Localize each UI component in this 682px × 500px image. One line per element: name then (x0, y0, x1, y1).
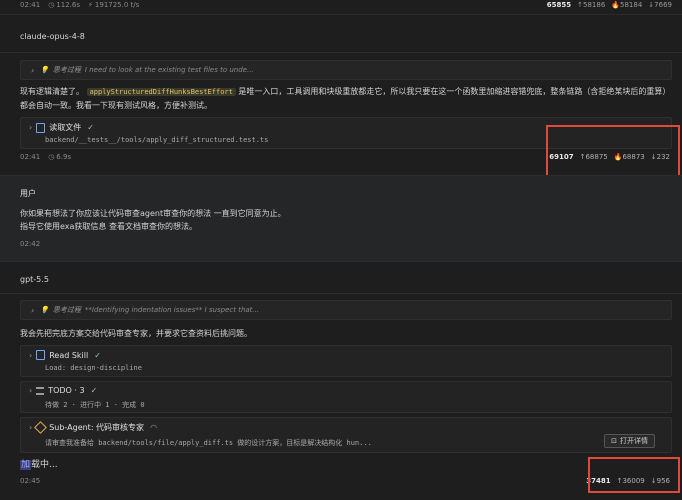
clock-icon: ◷ (48, 1, 55, 9)
chevron-right-icon: › (29, 123, 33, 132)
top-up: ↑58186 (577, 1, 606, 9)
agent-icon (34, 421, 48, 434)
top-down: ↓7669 (648, 1, 672, 9)
open-icon: ⊡ (611, 437, 617, 445)
divider (0, 175, 682, 176)
top-status-bar: 02:41 ◷ 112.6s ⚡ 191725.0 t/s 65855 ↑581… (0, 0, 682, 15)
check-icon: ✓ (90, 386, 98, 395)
thinking-panel[interactable]: › 💡 思考过程 I need to look at the existing … (20, 60, 672, 80)
tool-read-skill[interactable]: › Read Skill ✓ Load: design-discipline (20, 345, 672, 377)
thinking-label: 思考过程 (52, 66, 81, 74)
user-label: 用户 (20, 189, 36, 198)
speed-icon: ⚡ (87, 1, 93, 9)
user-line-2: 指导它使用exa获取信息 查看文档审查你的想法。 (20, 222, 197, 231)
check-icon: ✓ (87, 123, 94, 132)
message-model-name: claude-opus-4-8 (20, 32, 85, 41)
message-model-name: gpt-5.5 (20, 275, 49, 284)
tool-sub: 请审查我准备给 backend/tools/file/apply_diff.ts… (45, 439, 372, 447)
tool-todo[interactable]: › TODO · 3 ✓ 待做 2 · 进行中 1 · 完成 0 (20, 381, 672, 413)
highlight-box (588, 457, 680, 493)
user-time: 02:42 (20, 240, 41, 248)
lightbulb-icon: 💡 (40, 306, 49, 314)
tool-title: 读取文件 (49, 123, 82, 132)
highlight-box (546, 125, 680, 179)
tool-title: TODO · 3 (48, 386, 85, 395)
chevron-right-icon: › (31, 65, 35, 75)
thinking-panel[interactable]: › 💡 思考过程 **Identifying indentation issue… (20, 300, 672, 320)
assistant-paragraph: 现有逻辑清楚了。 applyStructuredDiffHunksBestEff… (20, 87, 667, 110)
chevron-right-icon: › (31, 305, 35, 315)
user-text: 你如果有想法了你应该让代码审查agent审查你的想法 一直到它同意为止。 指导它… (20, 207, 670, 233)
user-line-1: 你如果有想法了你应该让代码审查agent审查你的想法 一直到它同意为止。 (20, 209, 286, 218)
tool-sub: Load: design-discipline (45, 364, 142, 372)
message-time: 02:41 (20, 153, 41, 161)
spinner-icon: ◠ (150, 423, 158, 432)
assistant-paragraph: 我会先把完底方案交给代码审查专家，并要求它查资料后挑问题。 (20, 329, 252, 338)
message-meta: 02:41 ◷ 6.9s (20, 153, 71, 161)
chevron-right-icon: › (29, 350, 33, 360)
divider (0, 52, 682, 53)
tool-title: Read Skill (49, 350, 89, 360)
top-time: 02:41 (20, 1, 41, 9)
tool-path: backend/__tests__/tools/apply_diff_struc… (45, 136, 269, 144)
loading-indicator: 加载中... (20, 460, 58, 470)
chevron-right-icon: › (29, 386, 33, 395)
message-time: 02:45 (20, 477, 41, 485)
tool-title: Sub-Agent: 代码审核专家 (49, 423, 145, 432)
open-details-button[interactable]: ⊡ 打开详情 (604, 434, 655, 448)
book-icon (36, 350, 46, 360)
lightbulb-icon: 💡 (40, 66, 49, 74)
top-meta: 02:41 ◷ 112.6s ⚡ 191725.0 t/s (20, 1, 139, 9)
tool-sub-agent[interactable]: › Sub-Agent: 代码审核专家 ◠ 请审查我准备给 backend/to… (20, 417, 672, 453)
tool-sub: 待做 2 · 进行中 1 · 完成 0 (45, 401, 145, 409)
message-duration: 6.9s (56, 153, 72, 161)
inline-code: applyStructuredDiffHunksBestEffort (86, 88, 236, 96)
clock-icon: ◷ (48, 153, 55, 161)
top-speed: 191725.0 t/s (94, 1, 140, 9)
thinking-text: I need to look at the existing test file… (84, 66, 254, 74)
list-icon (36, 386, 45, 395)
divider (0, 261, 682, 262)
chevron-right-icon: › (29, 423, 33, 432)
top-fire: 🔥58184 (611, 1, 643, 9)
check-icon: ✓ (94, 350, 101, 360)
thinking-text: **Identifying indentation issues** I sus… (84, 306, 260, 314)
top-duration: 112.6s (56, 1, 80, 9)
top-tokens: 65855 (546, 1, 572, 9)
top-stats: 65855 ↑58186 🔥58184 ↓7669 (547, 1, 672, 9)
divider (0, 293, 682, 294)
file-icon (36, 122, 46, 133)
thinking-label: 思考过程 (52, 306, 81, 314)
